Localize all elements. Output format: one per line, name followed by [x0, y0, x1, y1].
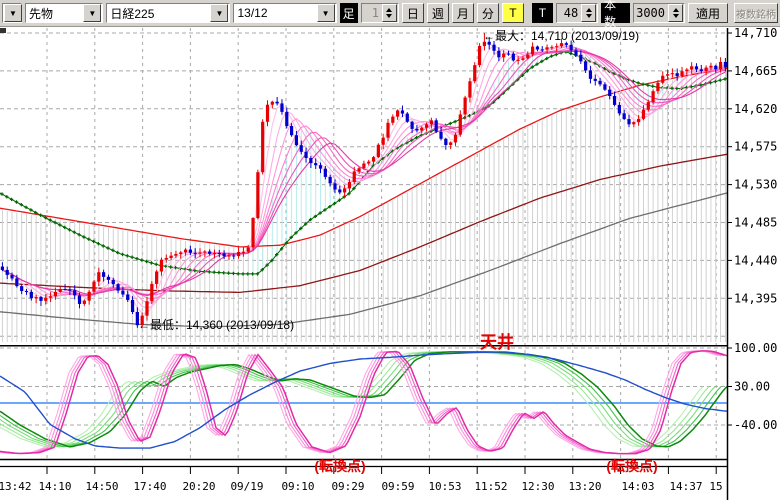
oscillator-axis-label: 100.00 [734, 341, 777, 355]
bars-stepper[interactable]: 48 [556, 3, 599, 23]
period-tick-button[interactable]: T [501, 3, 524, 23]
time-axis-label: 14:03 [621, 480, 654, 493]
interval-stepper[interactable]: 1 [360, 3, 399, 23]
turning-point-annotation: (転換点) [606, 458, 657, 474]
oscillator-panel[interactable] [0, 346, 727, 460]
t-toggle[interactable]: T [531, 3, 554, 23]
oscillator-axis-label: -40.00 [734, 418, 777, 432]
total-bars-value: 3000 [636, 6, 665, 20]
time-axis-label: 17:40 [133, 480, 166, 493]
time-axis-label: 14:37 [669, 480, 702, 493]
time-axis-label: 09/19 [230, 480, 263, 493]
time-axis-label: 11:52 [474, 480, 507, 493]
candle-panel[interactable] [0, 28, 727, 343]
time-axis-label: 15 [709, 480, 722, 493]
spinner-icon[interactable] [668, 4, 683, 22]
time-axis-label: 09:10 [281, 480, 314, 493]
time-axis-label: 10:53 [428, 480, 461, 493]
ashi-label: 足 [339, 3, 358, 23]
market-select[interactable]: 先物 ▼ [25, 3, 104, 23]
spinner-icon[interactable] [381, 4, 397, 22]
contract-month-select[interactable]: 13/12 ▼ [233, 3, 337, 23]
time-axis-label: 13:42 [0, 480, 32, 493]
time-axis-label: 09:29 [331, 480, 364, 493]
oscillator-axis-label: 30.00 [734, 380, 770, 394]
time-axis-label: 09:59 [381, 480, 414, 493]
total-bars-stepper[interactable]: 3000 [633, 3, 685, 23]
contract-month-value: 13/12 [237, 6, 268, 20]
time-axis-label: 20:20 [182, 480, 215, 493]
trading-app-window: { "toolbar": { "mini_combo": {"icon": "d… [0, 0, 780, 500]
time-axis-label: 14:10 [38, 480, 71, 493]
honsu-label: 本数 [601, 0, 631, 29]
mini-combo[interactable]: ▼ [2, 3, 22, 23]
time-axis-label: 12:30 [521, 480, 554, 493]
price-axis-label: 14,440 [734, 253, 777, 267]
dropdown-arrow-icon[interactable]: ▼ [210, 4, 229, 22]
price-axis-label: 14,530 [734, 178, 777, 192]
toolbar: ▼ 先物 ▼ 日経225 ▼ 13/12 ▼ 足 1 日 週 月 分 T T 4… [0, 0, 780, 29]
spinner-icon[interactable] [581, 4, 597, 22]
time-axis-label: 14:50 [85, 480, 118, 493]
price-axis-label: 14,575 [734, 140, 777, 154]
price-axis-label: 14,710 [734, 27, 777, 40]
multi-symbol-button[interactable]: 複数銘柄 [734, 3, 778, 23]
market-select-value: 先物 [29, 6, 54, 21]
apply-button[interactable]: 適用 [688, 3, 728, 23]
time-axis-label: 13:20 [568, 480, 601, 493]
price-axis-label: 14,620 [734, 102, 777, 116]
period-month-button[interactable]: 月 [451, 3, 474, 23]
dropdown-arrow-icon[interactable]: ▼ [83, 4, 102, 22]
price-axis-label: 14,485 [734, 215, 777, 229]
period-week-button[interactable]: 週 [426, 3, 449, 23]
price-axis-label: 14,395 [734, 291, 777, 305]
symbol-select-value: 日経225 [110, 6, 155, 21]
turning-point-annotation: (転換点) [314, 458, 365, 474]
dropdown-arrow-icon[interactable]: ▼ [4, 4, 22, 22]
period-day-button[interactable]: 日 [401, 3, 424, 23]
interval-value: 1 [371, 6, 379, 20]
period-minute-button[interactable]: 分 [476, 3, 499, 23]
price-axis-label: 14,665 [734, 64, 777, 78]
bars-value: 48 [563, 6, 579, 20]
price-chart: 14,710 14,665 14,620 14,575 14,530 14,485 14,4… [0, 27, 780, 500]
symbol-select[interactable]: 日経225 ▼ [106, 3, 231, 23]
dropdown-arrow-icon[interactable]: ▼ [316, 4, 335, 22]
